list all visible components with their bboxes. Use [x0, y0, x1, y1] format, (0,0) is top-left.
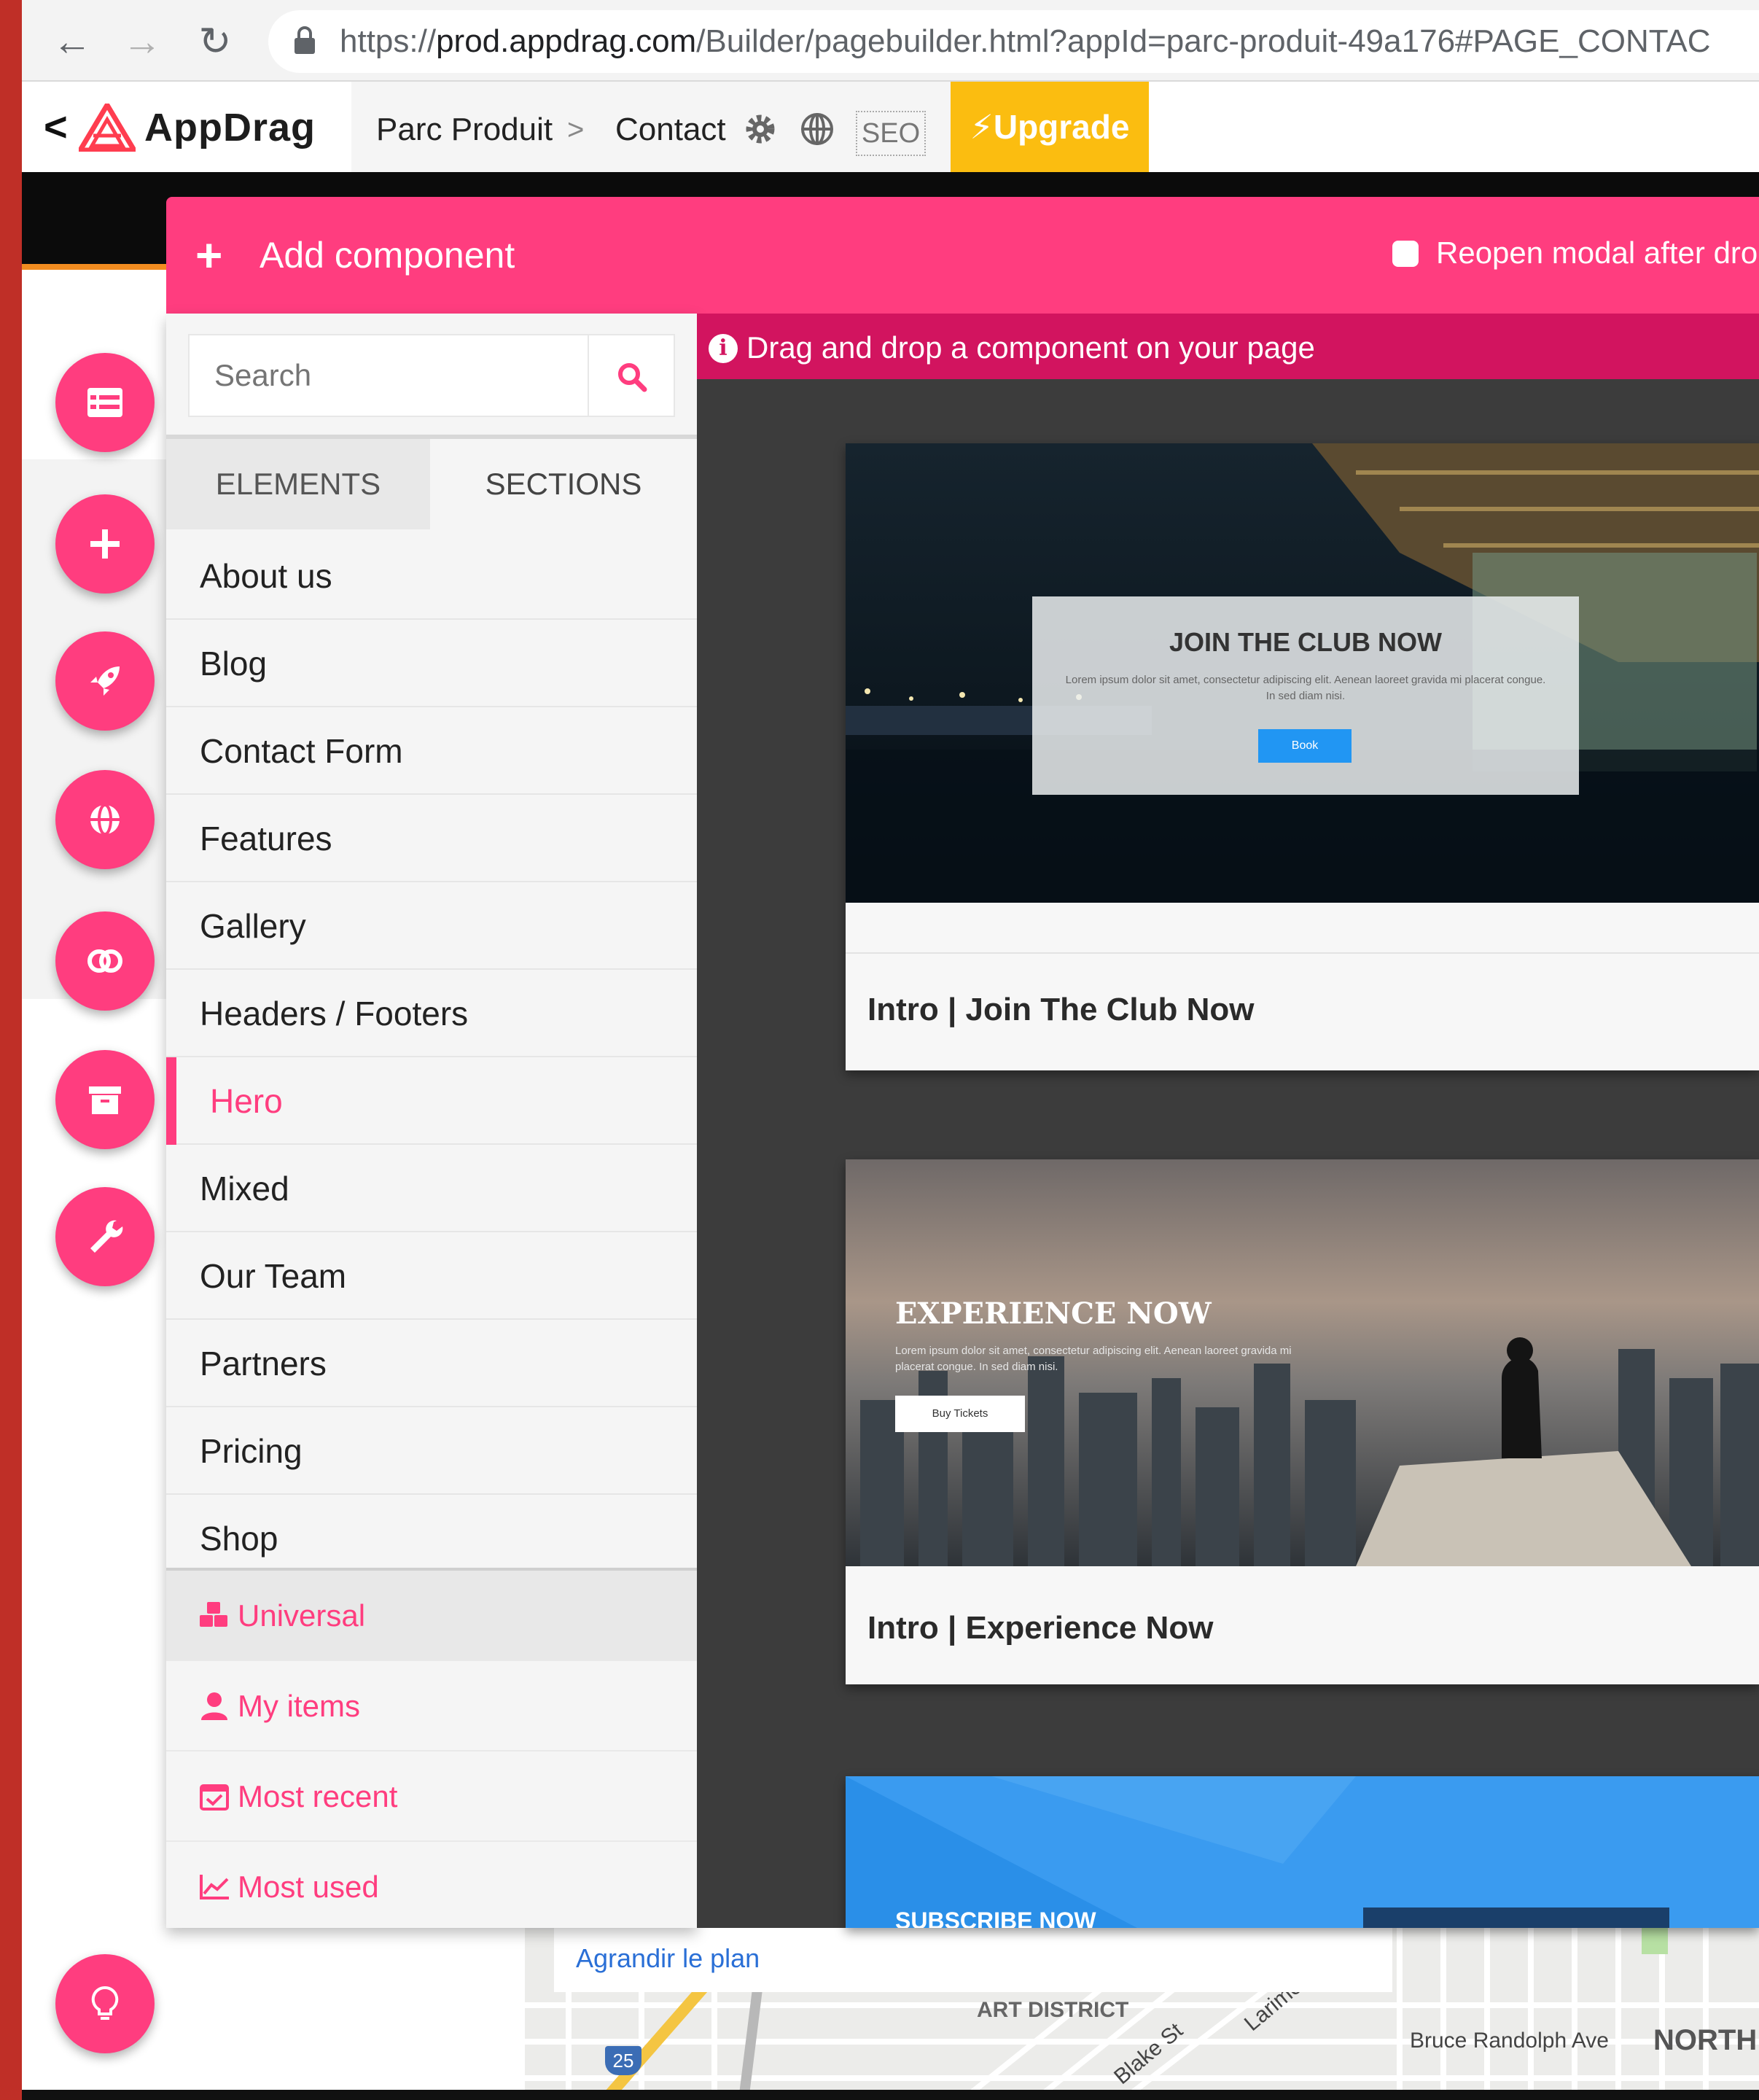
interstate-shield: 25	[605, 2046, 641, 2075]
page-accent-line	[22, 264, 175, 270]
reopen-modal-checkbox[interactable]	[1392, 241, 1419, 267]
component-card-join-the-club[interactable]: JOIN THE CLUB NOW Lorem ipsum dolor sit …	[846, 443, 1759, 1070]
category-features[interactable]: Features	[166, 795, 697, 882]
map-label-art-district: ART DISTRICT	[977, 1998, 1129, 2022]
forward-arrow-icon[interactable]: →	[117, 16, 168, 67]
preview-button: Book	[1258, 729, 1352, 763]
category-headers-footers[interactable]: Headers / Footers	[166, 970, 697, 1057]
breadcrumb-project[interactable]: Parc Produit	[376, 109, 553, 150]
enlarge-map-link[interactable]: Agrandir le plan	[576, 1938, 760, 1979]
reopen-modal-label[interactable]: Reopen modal after dro	[1436, 230, 1758, 276]
gear-icon[interactable]	[742, 111, 779, 147]
preview-heading: JOIN THE CLUB NOW	[1169, 627, 1442, 657]
preview-body: Lorem ipsum dolor sit amet, consectetur …	[895, 1345, 1292, 1373]
filter-most-used[interactable]: Most used	[166, 1842, 697, 1932]
archive-icon	[89, 1086, 121, 1114]
lock-icon	[295, 26, 315, 54]
modal-title: Add component	[260, 235, 515, 276]
category-pricing[interactable]: Pricing	[166, 1407, 697, 1495]
info-banner-text: Drag and drop a component on your page	[746, 330, 1315, 365]
plus-icon	[90, 529, 120, 559]
breadcrumb-separator: >	[567, 114, 585, 146]
category-contact-form[interactable]: Contact Form	[166, 707, 697, 795]
tab-sections[interactable]: SECTIONS	[430, 439, 697, 529]
preview-button: Buy Tickets	[895, 1396, 1025, 1432]
archive-button[interactable]	[55, 1050, 155, 1149]
plus-icon: +	[195, 229, 223, 281]
user-icon	[201, 1692, 227, 1720]
component-card-subscribe-now[interactable]: SUBSCRIBE NOW	[846, 1776, 1759, 1928]
preview-heading: EXPERIENCE NOW	[895, 1296, 1212, 1331]
logo-text: AppDrag	[144, 106, 316, 149]
map-label-north: NORTH	[1653, 2024, 1758, 2056]
search-icon	[618, 363, 647, 392]
list-icon	[87, 388, 122, 417]
category-our-team[interactable]: Our Team	[166, 1232, 697, 1320]
chart-line-icon	[200, 1874, 229, 1899]
seo-button[interactable]: SEO	[856, 111, 926, 156]
category-hero[interactable]: Hero	[166, 1057, 697, 1145]
window-bottom-edge	[22, 2090, 1759, 2100]
back-arrow-icon[interactable]: ←	[47, 16, 98, 67]
category-partners[interactable]: Partners	[166, 1320, 697, 1407]
rings-icon	[87, 949, 122, 973]
category-mixed[interactable]: Mixed	[166, 1145, 697, 1232]
card-title: Intro | Experience Now	[867, 1610, 1214, 1646]
reload-icon[interactable]: ↻	[190, 16, 241, 67]
card-title: Intro | Join The Club Now	[867, 992, 1255, 1027]
upgrade-button[interactable]: ⚡Upgrade	[951, 82, 1149, 172]
card-preview-image: JOIN THE CLUB NOW Lorem ipsum dolor sit …	[846, 443, 1759, 903]
website-button[interactable]	[55, 770, 155, 869]
search-button[interactable]	[589, 334, 675, 417]
card-spacer	[846, 903, 1759, 954]
component-search-input[interactable]	[188, 334, 589, 417]
appdrag-logo-icon	[79, 104, 136, 152]
info-icon: i	[709, 334, 738, 363]
preview-heading: SUBSCRIBE NOW	[895, 1908, 1096, 1928]
wrench-icon	[90, 1220, 123, 1253]
filter-universal[interactable]: Universal	[166, 1571, 697, 1661]
filter-most-recent[interactable]: Most recent	[166, 1751, 697, 1842]
subscribe-preview-image	[846, 1776, 1759, 1928]
help-button[interactable]	[55, 1954, 155, 2053]
category-gallery[interactable]: Gallery	[166, 882, 697, 970]
map-label-bruce-randolph: Bruce Randolph Ave	[1410, 2029, 1609, 2053]
integrations-button[interactable]	[55, 911, 155, 1011]
cubes-icon	[200, 1601, 227, 1627]
calendar-check-icon	[200, 1784, 229, 1811]
publish-button[interactable]	[55, 631, 155, 731]
component-card-experience-now[interactable]: EXPERIENCE NOW Lorem ipsum dolor sit ame…	[846, 1159, 1759, 1684]
breadcrumb-page[interactable]: Contact	[615, 109, 726, 150]
pages-button[interactable]	[55, 353, 155, 452]
category-blog[interactable]: Blog	[166, 620, 697, 707]
category-shop[interactable]: Shop	[166, 1495, 697, 1568]
preview-overlay-box: JOIN THE CLUB NOW Lorem ipsum dolor sit …	[1032, 596, 1579, 795]
preview-body: Lorem ipsum dolor sit amet, consectetur …	[1065, 674, 1546, 702]
globe-icon	[90, 804, 120, 836]
card-preview-image: EXPERIENCE NOW Lorem ipsum dolor sit ame…	[846, 1159, 1759, 1566]
category-about-us[interactable]: About us	[166, 532, 697, 620]
active-category-indicator	[166, 1057, 176, 1145]
globe-icon[interactable]	[799, 111, 835, 147]
lightbulb-icon	[91, 1986, 119, 2020]
url-text[interactable]: https://prod.appdrag.com/Builder/pagebui…	[340, 16, 1759, 67]
back-chevron-icon[interactable]: <	[44, 104, 68, 150]
add-component-button[interactable]	[55, 494, 155, 594]
rocket-icon	[90, 666, 120, 696]
tools-button[interactable]	[55, 1187, 155, 1286]
filter-my-items[interactable]: My items	[166, 1661, 697, 1751]
bolt-icon: ⚡	[970, 108, 994, 146]
tab-elements[interactable]: ELEMENTS	[166, 439, 430, 529]
